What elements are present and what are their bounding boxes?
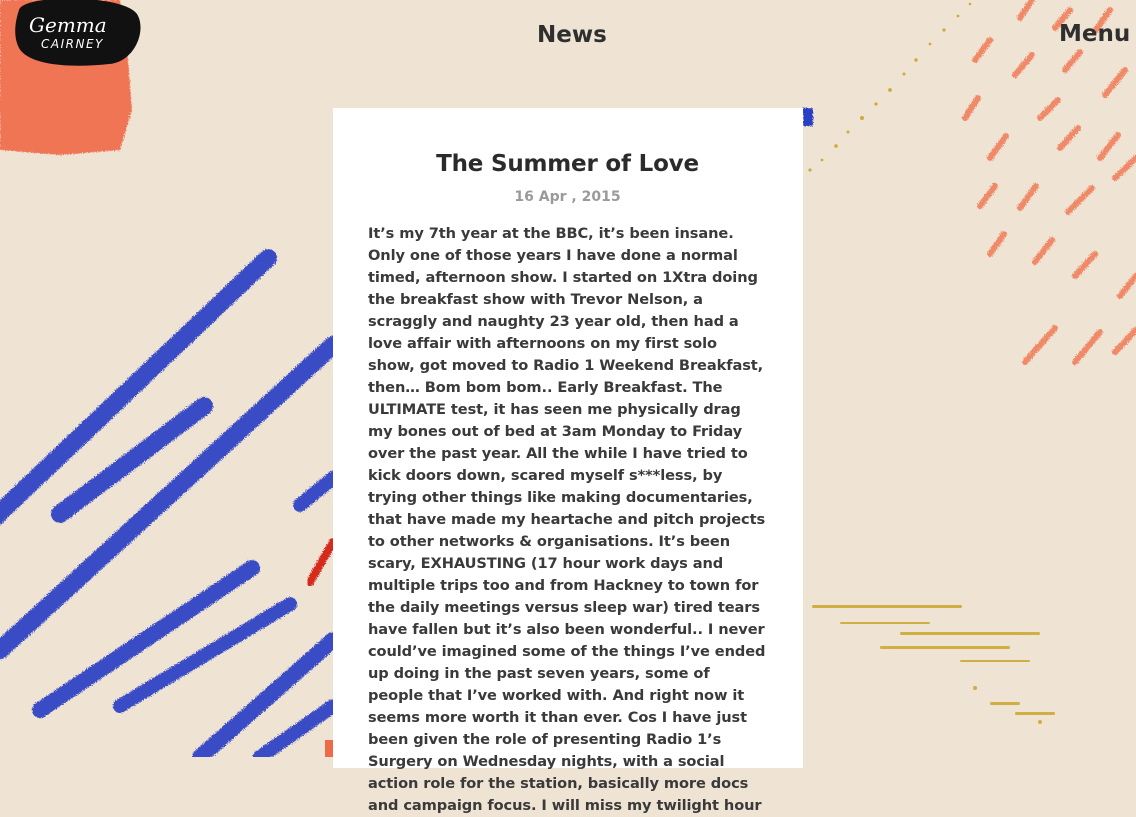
post-date: 16 Apr , 2015 [514,189,621,205]
orange-dashes [962,0,1136,365]
blue-mark [803,108,813,126]
post-card: The Summer of Love 16 Apr , 2015 It’s my… [333,108,803,814]
menu-button[interactable]: Menu [1059,21,1130,47]
red-chalk-stroke [306,538,337,586]
logo-badge: Gemma CAIRNEY [15,0,141,66]
gold-speckle-line [808,2,972,172]
nav-news-link[interactable]: News [537,22,607,48]
post-title: The Summer of Love [436,151,699,177]
logo-text-line1: Gemma [29,13,107,37]
site-logo[interactable]: Gemma CAIRNEY [13,0,141,68]
orange-corner-mark [325,740,333,757]
gold-speckle-cluster [812,605,1055,724]
logo-text-line2: CAIRNEY [41,37,104,51]
post-body: It’s my 7th year at the BBC, it’s been i… [368,225,766,814]
blue-chalk-strokes [0,249,342,757]
